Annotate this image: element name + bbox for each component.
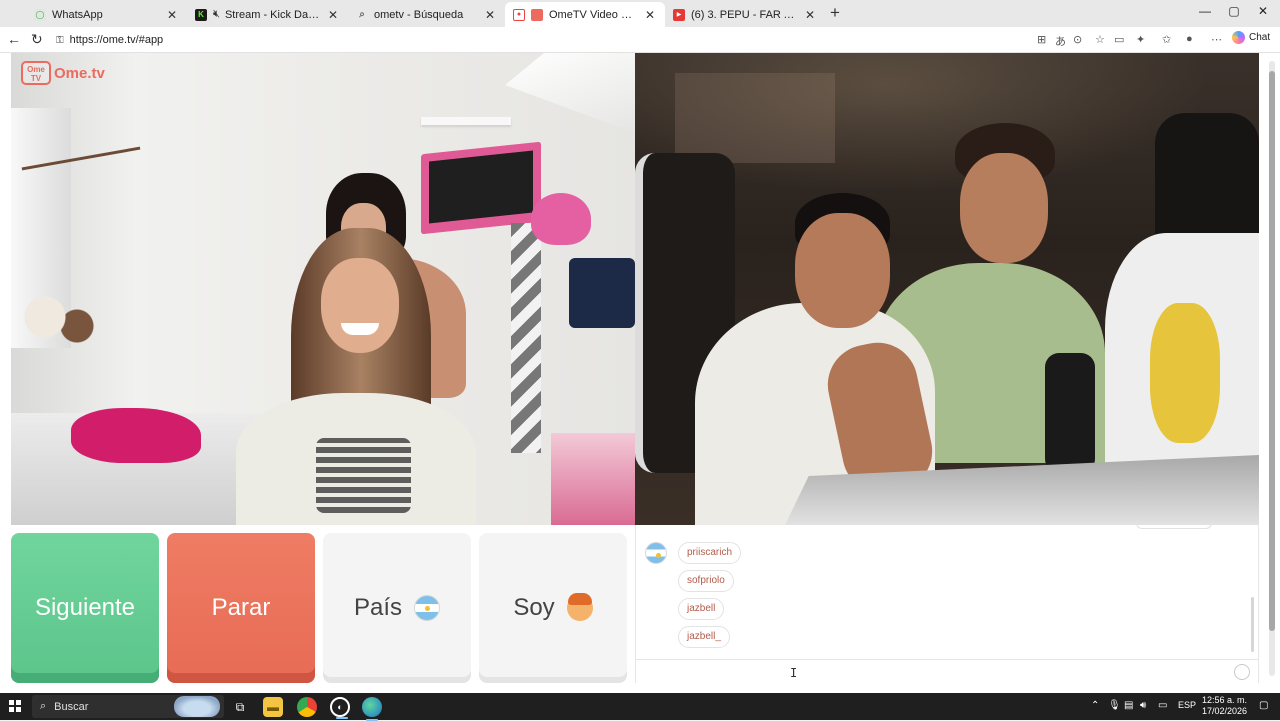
tab-close-icon[interactable]: ✕ bbox=[483, 8, 497, 22]
tab-label: WhatsApp bbox=[52, 8, 103, 21]
ometv-logo-text: Ome.tv bbox=[54, 64, 105, 82]
windows-taskbar: ⌕ Buscar ⧉ ▬ ◐ ⌃ 🎙︎ ▤ 🔊︎ ▭ ESP 12:56 a. … bbox=[0, 693, 1280, 721]
microphone-icon[interactable]: 🎙︎ bbox=[1108, 700, 1121, 711]
favorites-icon[interactable]: ✩ bbox=[1162, 33, 1171, 46]
chat-message: jazbell bbox=[678, 598, 725, 620]
chat-message: sofpriolo bbox=[678, 570, 734, 592]
browser-tab-strip: ◯ WhatsApp ✕ K 🔇︎ Stream - Kick Dashboar… bbox=[0, 0, 1280, 27]
browser-toolbar: ← ↻ ⚿ https://ome.tv/#app ⊞ あ ⊙ ☆ ▭ ✦ ✩ … bbox=[0, 27, 1280, 53]
tab-label: OmeTV Video Chat — Omegle bbox=[549, 8, 639, 21]
microphone bbox=[1045, 353, 1095, 473]
tab-label: Stream - Kick Dashboard bbox=[224, 8, 322, 21]
tab-close-icon[interactable]: ✕ bbox=[165, 8, 179, 22]
more-menu-icon[interactable]: ⋯ bbox=[1211, 33, 1222, 46]
chrome-icon[interactable] bbox=[297, 697, 317, 717]
extensions-icon[interactable]: ✦ bbox=[1136, 33, 1145, 46]
tab-youtube[interactable]: ▶ (6) 3. PEPU - FAR AWAY (Video Of ✕ bbox=[665, 2, 825, 27]
text-cursor-icon: I bbox=[790, 666, 798, 680]
url-text: https://ome.tv/#app bbox=[69, 34, 164, 46]
chat-button-label: Chat bbox=[1249, 32, 1271, 43]
refresh-icon[interactable]: ↻ bbox=[31, 31, 43, 48]
muted-speaker-icon[interactable]: 🔇︎ bbox=[213, 8, 220, 21]
tab-ometv[interactable]: ● OmeTV Video Chat — Omegle ✕ bbox=[505, 2, 665, 27]
close-window-button[interactable]: ✕ bbox=[1248, 4, 1278, 18]
page-scrollbar-thumb[interactable] bbox=[1269, 71, 1275, 631]
tab-kick-dashboard[interactable]: K 🔇︎ Stream - Kick Dashboard ✕ bbox=[187, 2, 348, 27]
obs-icon[interactable]: ◐ bbox=[330, 697, 350, 719]
kick-icon: K bbox=[195, 8, 207, 21]
tab-close-icon[interactable]: ✕ bbox=[326, 8, 340, 22]
new-tab-button[interactable]: + bbox=[830, 4, 840, 21]
stop-button-label: Parar bbox=[211, 594, 271, 621]
language-indicator[interactable]: ESP bbox=[1178, 700, 1196, 710]
ometv-icon bbox=[531, 8, 543, 21]
taskbar-search-label: Buscar bbox=[54, 700, 89, 713]
page-scrollbar[interactable] bbox=[1269, 61, 1275, 676]
chat-message: priiscarich bbox=[678, 542, 742, 564]
windows-start-icon[interactable] bbox=[9, 700, 21, 712]
translate-icon[interactable]: あ bbox=[1055, 33, 1066, 49]
tab-close-icon[interactable]: ✕ bbox=[643, 8, 657, 22]
task-view-icon[interactable]: ⧉ bbox=[230, 697, 250, 717]
ometv-page: Ome TV Ome.tv Siguiente Parar País Soy p… bbox=[0, 53, 1280, 693]
copilot-icon bbox=[1232, 31, 1245, 44]
address-bar[interactable]: ⚿ https://ome.tv/#app bbox=[50, 30, 1130, 50]
edge-icon[interactable] bbox=[362, 697, 382, 721]
record-icon: ● bbox=[513, 8, 525, 21]
copilot-chat-button[interactable]: Chat bbox=[1232, 31, 1270, 44]
minimize-button[interactable]: — bbox=[1190, 4, 1220, 18]
maximize-button[interactable]: ▢ bbox=[1219, 4, 1249, 18]
battery-icon[interactable]: ▭ bbox=[1158, 700, 1167, 711]
gender-button-label: Soy bbox=[513, 594, 555, 621]
clock-time: 12:56 a. m. bbox=[1202, 695, 1248, 705]
emoji-icon[interactable] bbox=[1234, 664, 1250, 680]
tab-whatsapp[interactable]: ◯ WhatsApp ✕ bbox=[26, 2, 187, 27]
search-icon: ⌕ bbox=[40, 700, 47, 712]
next-button[interactable]: Siguiente bbox=[11, 533, 159, 683]
own-camera-video bbox=[635, 53, 1259, 525]
notifications-icon[interactable]: ▢ bbox=[1259, 700, 1268, 711]
chat-scrollbar[interactable] bbox=[1251, 597, 1254, 652]
file-explorer-icon[interactable]: ▬ bbox=[263, 697, 283, 717]
show-hidden-icons[interactable]: ⌃ bbox=[1091, 700, 1099, 711]
tab-label: ometv - Búsqueda bbox=[374, 8, 464, 21]
taskbar-search[interactable]: ⌕ Buscar bbox=[32, 695, 224, 718]
tab-label: (6) 3. PEPU - FAR AWAY (Video Of bbox=[691, 8, 799, 21]
chat-panel: priiscarich sofpriolo jazbell jazbell_ I bbox=[635, 521, 1259, 683]
stop-button[interactable]: Parar bbox=[167, 533, 315, 683]
next-button-label: Siguiente bbox=[34, 594, 136, 621]
previous-message bbox=[1136, 521, 1212, 529]
country-button[interactable]: País bbox=[323, 533, 471, 683]
search-highlight-image bbox=[174, 696, 220, 717]
chat-message: jazbell_ bbox=[678, 626, 730, 648]
profile-avatar-icon[interactable]: ● bbox=[1186, 33, 1193, 45]
country-button-label: País bbox=[353, 594, 403, 621]
tab-close-icon[interactable]: ✕ bbox=[803, 8, 817, 22]
ometv-logo: Ome TV Ome.tv bbox=[21, 61, 105, 85]
clock-date: 17/02/2026 bbox=[1202, 706, 1248, 716]
favorite-star-icon[interactable]: ☆ bbox=[1095, 33, 1105, 46]
network-icon[interactable]: ▤ bbox=[1124, 700, 1133, 711]
split-screen-icon[interactable]: ▭ bbox=[1114, 33, 1124, 46]
back-icon[interactable]: ← bbox=[7, 31, 21, 47]
search-icon: ⌕ bbox=[359, 9, 365, 20]
extensions-dots-icon[interactable]: ⊙ bbox=[1073, 33, 1082, 46]
gender-button[interactable]: Soy bbox=[479, 533, 627, 683]
volume-icon[interactable]: 🔊︎ bbox=[1140, 700, 1146, 711]
taskbar-clock[interactable]: 12:56 a. m. 17/02/2026 bbox=[1202, 695, 1247, 717]
whatsapp-icon: ◯ bbox=[34, 8, 46, 21]
tab-search[interactable]: ⌕ ometv - Búsqueda ✕ bbox=[348, 2, 505, 27]
youtube-icon: ▶ bbox=[673, 8, 685, 21]
chat-input[interactable]: I bbox=[636, 659, 1258, 683]
site-info-icon[interactable]: ⚿ bbox=[56, 35, 64, 46]
partner-video: Ome TV Ome.tv bbox=[11, 53, 635, 525]
boy-face-icon bbox=[566, 593, 593, 621]
argentina-flag-icon bbox=[414, 595, 441, 621]
argentina-flag-icon bbox=[645, 542, 667, 564]
app-available-icon[interactable]: ⊞ bbox=[1037, 33, 1046, 46]
ometv-logo-icon: Ome TV bbox=[21, 61, 51, 85]
